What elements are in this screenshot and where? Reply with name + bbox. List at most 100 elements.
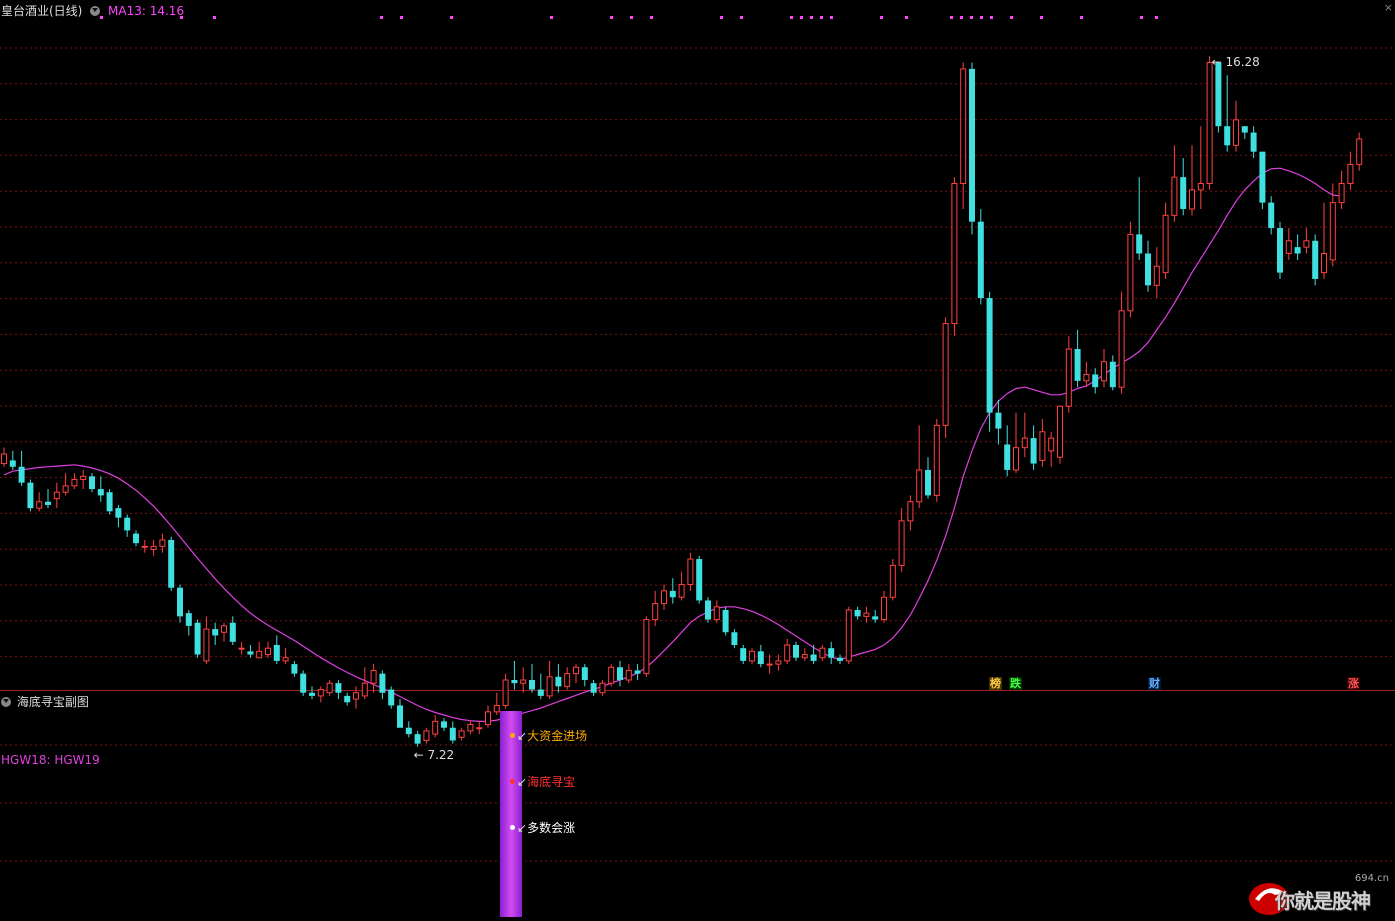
kline-chart-stage[interactable]: ← 16.28 ← 7.22 皇台酒业(日线) MA13: 14.16 × 海底寻… <box>0 0 1395 917</box>
top-dot <box>400 16 403 19</box>
candle-body <box>1259 151 1266 203</box>
candle <box>458 727 465 741</box>
candle-body <box>265 647 271 656</box>
candle <box>353 686 359 709</box>
candle <box>1268 196 1275 235</box>
candle-body <box>1083 373 1090 382</box>
high-price-label: ← 16.28 <box>1212 55 1260 69</box>
chevron-down-icon[interactable] <box>90 6 101 16</box>
candle-body <box>18 466 25 483</box>
marker-zhang: 涨 <box>1347 677 1360 690</box>
top-dot <box>950 16 953 19</box>
candle-body <box>608 666 615 684</box>
candle <box>405 721 412 738</box>
candle <box>185 609 192 636</box>
candle <box>1215 62 1222 133</box>
candle <box>1277 221 1283 279</box>
candle <box>819 644 826 661</box>
candle-body <box>555 676 562 687</box>
candle-body <box>1268 202 1275 229</box>
candle-body <box>177 587 183 617</box>
candle <box>36 492 43 512</box>
candle <box>300 670 307 696</box>
candle-body <box>1277 228 1283 273</box>
watermark: 你就是股神 694.cn <box>1245 873 1395 917</box>
candle-body <box>1356 138 1363 165</box>
candle <box>1048 431 1055 467</box>
candle-body <box>573 666 579 675</box>
candle <box>898 508 905 572</box>
candle-body <box>995 412 1002 429</box>
candle-body <box>291 664 298 674</box>
candle-body <box>1233 119 1239 146</box>
top-dot <box>830 16 833 19</box>
candle <box>1162 202 1169 279</box>
candle <box>1136 177 1143 260</box>
candle-body <box>89 476 95 490</box>
candle-body <box>1285 240 1292 255</box>
candle-body <box>1021 437 1028 449</box>
candle-body <box>256 650 263 659</box>
candle-body <box>1127 233 1134 312</box>
top-dot <box>990 16 993 19</box>
candle <box>731 629 738 649</box>
candle <box>705 597 711 623</box>
signal-dot <box>510 733 515 738</box>
signal-big-capital: ↙大资金进场 <box>510 727 587 744</box>
candle-body <box>854 609 861 617</box>
top-dot <box>970 16 973 19</box>
candle-body <box>1145 253 1151 286</box>
candle-body <box>238 647 245 650</box>
candle <box>335 680 342 700</box>
candle-body <box>273 644 280 661</box>
candle-body <box>449 727 456 741</box>
candle <box>212 622 219 645</box>
close-icon[interactable]: × <box>1384 1 1393 14</box>
candle-body <box>599 682 606 694</box>
candle <box>203 616 210 665</box>
candle-body <box>731 632 738 645</box>
candle-body <box>344 695 351 703</box>
candle <box>828 641 835 665</box>
candle <box>282 648 289 665</box>
candle <box>625 664 632 684</box>
candle <box>309 686 315 700</box>
candle <box>467 721 474 735</box>
candle <box>370 664 377 693</box>
candle-body <box>757 651 764 665</box>
candle-body <box>361 682 368 697</box>
chevron-down-icon[interactable] <box>1 697 11 707</box>
candle <box>1083 361 1090 388</box>
candle <box>740 644 747 665</box>
candle <box>881 590 887 623</box>
top-dot <box>650 16 653 19</box>
candle-body <box>405 727 412 735</box>
candle-body <box>546 676 553 697</box>
candle <box>159 533 166 553</box>
candle <box>696 555 703 604</box>
candle-body <box>133 533 139 544</box>
candle-body <box>740 648 747 661</box>
signal-label: 多数会涨 <box>527 821 576 835</box>
candle-body <box>986 298 993 413</box>
candle-body <box>326 682 333 694</box>
candle-body <box>1057 405 1063 458</box>
candle-body <box>1065 348 1072 407</box>
signal-mostly-rise: ↙多数会涨 <box>510 819 575 836</box>
candle <box>661 584 667 610</box>
candle-body <box>581 667 588 680</box>
top-dot <box>1010 16 1013 19</box>
top-dot <box>820 16 823 19</box>
candle <box>256 641 263 659</box>
candle-body <box>150 545 157 551</box>
candle-body <box>652 603 659 621</box>
candle-body <box>36 501 43 509</box>
candle-body <box>1347 163 1354 184</box>
candle <box>520 667 527 693</box>
sub-panel-legend: HGW18: HGW19 <box>1 753 100 767</box>
sub-panel-header: 海底寻宝副图 <box>1 693 89 710</box>
candle-body <box>942 323 949 426</box>
candle <box>942 317 949 439</box>
candle-body <box>282 657 289 662</box>
price-chart[interactable]: ← 16.28 ← 7.22 <box>0 0 1395 917</box>
